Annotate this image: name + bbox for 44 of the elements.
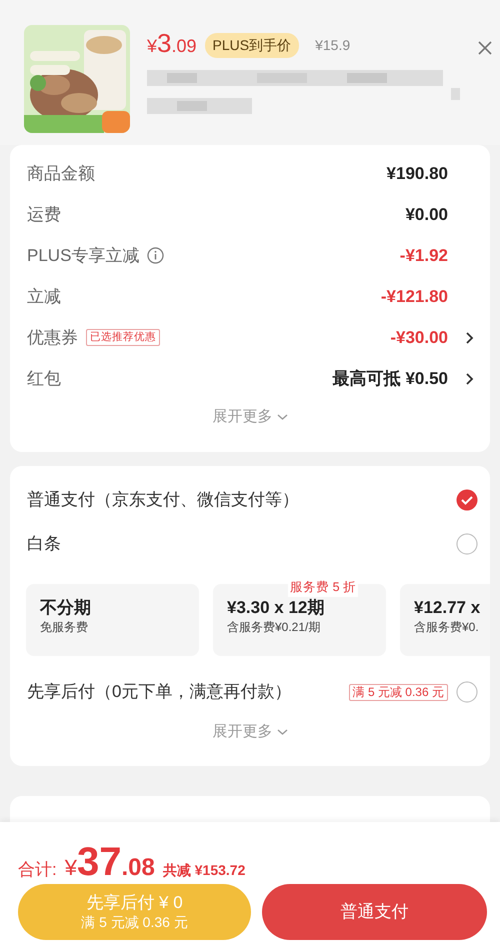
chevron-right-icon[interactable]: [464, 372, 474, 386]
row-value: 最高可抵 ¥0.50: [332, 368, 448, 390]
row-value: -¥1.92: [400, 244, 448, 267]
installment-fee: 含服务费¥0.: [414, 619, 480, 636]
row-value: -¥30.00: [390, 326, 448, 349]
expand-more-link[interactable]: 展开更多: [212, 721, 288, 744]
installment-title: 不分期: [40, 598, 92, 618]
total-amount: ¥37.08: [64, 839, 155, 886]
radio-checked-icon[interactable]: [456, 489, 478, 511]
payment-option-label: 白条: [27, 533, 62, 556]
info-icon[interactable]: [147, 247, 164, 264]
installment-fee: 含服务费¥0.21/期: [227, 619, 322, 636]
total-label: 合计:: [18, 859, 57, 881]
row-value: ¥0.00: [405, 204, 448, 226]
row-label: 优惠券: [27, 326, 78, 349]
radio-button[interactable]: [456, 533, 478, 555]
promo-tag: 满 5 元减 0.36 元: [348, 684, 448, 700]
discount-badge: 服务费 5 折: [288, 578, 358, 597]
payment-option-label: 普通支付（京东支付、微信支付等）: [27, 489, 300, 512]
row-value: ¥190.80: [386, 162, 448, 185]
coupon-tag: 已选推荐优惠: [86, 329, 160, 346]
installment-option[interactable]: ¥12.77 x 含服务费¥0.: [400, 584, 490, 656]
expand-more-link[interactable]: 展开更多: [212, 406, 288, 428]
chevron-down-icon[interactable]: [276, 413, 288, 422]
row-label: 红包: [27, 368, 61, 390]
row-label: PLUS专享立减: [27, 244, 140, 267]
radio-button[interactable]: [456, 681, 478, 703]
pay-button[interactable]: 普通支付: [262, 884, 487, 940]
payment-option-label: 先享后付（0元下单，满意再付款）: [27, 681, 292, 704]
plus-price-badge: PLUS到手价: [204, 32, 300, 58]
installment-title: ¥12.77 x: [414, 598, 482, 618]
total-savings: 共减 ¥153.72: [162, 861, 246, 880]
installment-option[interactable]: 不分期 免服务费: [26, 584, 199, 656]
installment-title: ¥3.30 x 12期: [227, 598, 326, 618]
original-price: ¥15.9: [315, 36, 350, 54]
row-label: 运费: [27, 204, 61, 226]
chevron-right-icon[interactable]: [464, 330, 474, 344]
installment-fee: 免服务费: [40, 619, 89, 636]
row-label: 商品金额: [27, 162, 95, 185]
row-label: 立减: [27, 286, 61, 308]
product-price: ¥3.09: [147, 30, 197, 60]
chevron-down-icon[interactable]: [276, 728, 288, 736]
row-value: -¥121.80: [380, 286, 448, 308]
close-icon[interactable]: [478, 41, 492, 55]
